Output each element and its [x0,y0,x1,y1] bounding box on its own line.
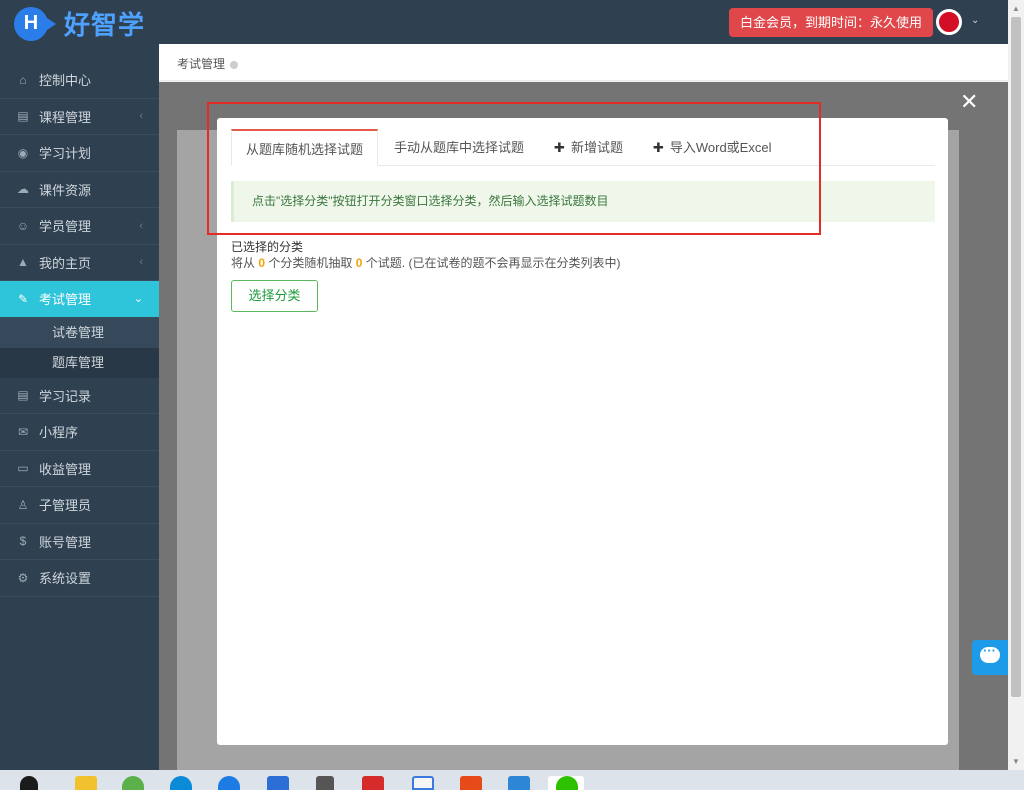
question-count: 0 [355,256,363,270]
sidebar-subitem-2[interactable]: 题库管理 [0,348,159,378]
sidebar-item-label: 子管理员 [39,498,92,514]
dollar-icon: $ [19,534,27,549]
record-book-icon: ▤ [17,388,29,403]
chevron-down-icon[interactable]: ⌄ [971,15,979,26]
os-taskbar [0,770,1024,790]
sidebar-item-9[interactable]: ✉ 小程序 [0,414,159,451]
sidebar-item-12[interactable]: $ 账号管理 [0,524,159,560]
folder-icon[interactable] [75,776,97,790]
chevron-left-icon: ‹ [139,110,143,123]
graduation-cap-icon: ▲ [17,255,29,270]
wps-icon[interactable] [362,776,384,790]
download-icon[interactable] [460,776,482,790]
sidebar-item-label: 控制中心 [39,73,92,89]
top-bar: H 好智学 白金会员，到期时间：永久使用 ⌄ [0,0,1008,44]
sidebar-item-11[interactable]: ♙ 子管理员 [0,487,159,524]
category-count: 0 [258,256,266,270]
sidebar-item-13[interactable]: ⚙ 系统设置 [0,560,159,597]
breadcrumb-tab[interactable]: 考试管理 [177,57,225,71]
select-category-button[interactable]: 选择分类 [231,280,318,312]
chevron-left-icon: ‹ [139,219,143,232]
taskbar-app-icon[interactable] [20,776,38,790]
scroll-up-icon[interactable]: ▲ [1012,4,1020,13]
sidebar-item-4[interactable]: ☁ 课件资源 [0,172,159,208]
sidebar-item-10[interactable]: ▭ 收益管理 [0,451,159,487]
sidebar-item-label: 课程管理 [39,109,92,125]
selected-categories-label: 已选择的分类 [231,240,304,254]
home-icon: ⌂ [19,72,27,87]
page-scrollbar[interactable]: ▲ ▼ [1008,0,1024,770]
logo-badge: H [14,6,56,41]
app-a-icon[interactable] [412,776,434,790]
chevron-down-icon: ⌄ [133,293,143,306]
summary-mid: 个分类随机抽取 [268,256,353,270]
sidebar-item-5[interactable]: ☺ 学员管理 ‹ [0,208,159,245]
browser-icon[interactable] [122,776,144,790]
sidebar-item-6[interactable]: ▲ 我的主页 ‹ [0,245,159,281]
scroll-down-icon[interactable]: ▼ [1012,757,1020,766]
sidebar-item-label: 课件资源 [39,182,92,198]
sidebar-item-2[interactable]: ▤ 课程管理 ‹ [0,99,159,135]
scroll-thumb[interactable] [1011,17,1021,697]
sidebar-item-8[interactable]: ▤ 学习记录 [0,378,159,414]
tab-dot-icon [230,60,239,69]
sidebar-item-label: 系统设置 [39,571,92,587]
sidebar-item-label: 我的主页 [39,255,92,271]
sidebar-item-label: 收益管理 [39,461,92,477]
logo-text: 好智学 [64,10,146,40]
eye-icon: ◉ [17,145,29,160]
sidebar-item-label: 学习记录 [39,388,92,404]
highlight-box [207,102,821,235]
sidebar-item-7[interactable]: ✎ 考试管理 ⌄ [0,281,159,318]
edge-icon[interactable] [170,776,192,790]
cloud-icon: ☁ [17,182,29,197]
send-icon[interactable] [218,776,240,790]
membership-badge[interactable]: 白金会员，到期时间：永久使用 [729,8,934,37]
users-icon: ☺ [16,218,30,233]
selection-summary: 将从 0 个分类随机抽取 0 个试题. (已在试卷的题不会再显示在分类列表中) [231,254,620,271]
breadcrumb: 考试管理 [159,44,1008,81]
avatar[interactable] [936,9,962,35]
settings-icon[interactable] [316,776,334,790]
gear-icon: ⚙ [17,570,29,585]
sidebar-submenu: 试卷管理 题库管理 [0,317,159,378]
card-icon: ▭ [17,461,29,476]
app-k-icon[interactable] [267,776,289,790]
chevron-left-icon: ‹ [139,256,143,269]
exam-icon: ✎ [17,291,29,306]
sidebar-nav: ⌂ 控制中心 ▤ 课程管理 ‹ ◉ 学习计划 ☁ 课件资源 ☺ 学员管理 ‹ ▲ 我的主页 ‹ ✎ 考试管理 ⌄ 试… [0,62,159,597]
sidebar-item-label: 小程序 [39,425,79,441]
wechat-icon: ✉ [17,424,29,439]
sidebar-item-1[interactable]: ⌂ 控制中心 [0,62,159,99]
book-icon: ▤ [17,109,29,124]
sidebar: ⌂ 控制中心 ▤ 课程管理 ‹ ◉ 学习计划 ☁ 课件资源 ☺ 学员管理 ‹ ▲ 我的主页 ‹ ✎ 考试管理 ⌄ 试… [0,44,159,770]
summary-prefix: 将从 [231,256,256,270]
sidebar-item-label: 学习计划 [39,146,92,162]
sidebar-item-label: 考试管理 [39,292,92,308]
sidebar-item-label: 学员管理 [39,219,92,235]
office-icon[interactable] [508,776,530,790]
sidebar-item-3[interactable]: ◉ 学习计划 [0,135,159,172]
sidebar-subitem-1[interactable]: 试卷管理 [0,317,159,348]
sidebar-item-label: 账号管理 [39,534,92,550]
admin-icon: ♙ [17,497,29,512]
chat-icon[interactable] [972,640,1008,675]
summary-suffix: 个试题. (已在试卷的题不会再显示在分类列表中) [365,256,621,270]
close-icon[interactable]: ✕ [960,89,978,115]
logo[interactable]: H 好智学 [14,5,145,42]
